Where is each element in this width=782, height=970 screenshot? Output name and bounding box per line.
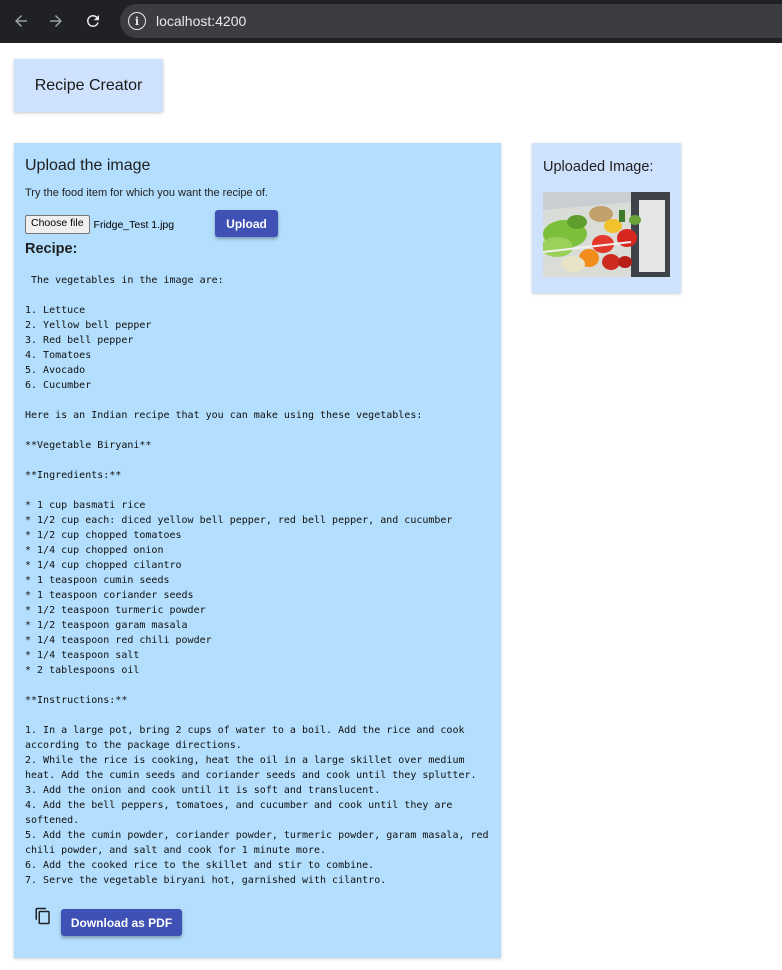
selected-file-name: Fridge_Test 1.jpg [93,218,175,231]
download-pdf-button[interactable]: Download as PDF [61,909,182,936]
upload-heading: Upload the image [25,157,151,174]
app-title-card: Recipe Creator [14,59,163,112]
recipe-card: Upload the image Try the food item for w… [14,143,501,958]
address-bar[interactable]: i localhost:4200 [120,4,782,38]
recipe-text: The vegetables in the image are: 1. Lett… [25,275,489,886]
file-input[interactable]: Choose file Fridge_Test 1.jpg [25,215,174,234]
app-title: Recipe Creator [34,76,143,94]
forward-arrow-icon[interactable] [43,8,69,34]
copy-icon[interactable] [34,907,52,925]
uploaded-image-preview [543,192,670,277]
upload-hint: Try the food item for which you want the… [25,187,268,199]
browser-toolbar: i localhost:4200 [0,0,782,43]
choose-file-button[interactable]: Choose file [25,215,90,234]
uploaded-image-heading: Uploaded Image: [543,159,654,175]
info-icon[interactable]: i [128,12,146,30]
recipe-heading: Recipe: [25,241,78,257]
uploaded-image-card: Uploaded Image: [532,143,681,293]
reload-icon[interactable] [80,8,106,34]
back-arrow-icon[interactable] [8,8,34,34]
upload-button[interactable]: Upload [215,210,278,237]
url-text[interactable]: localhost:4200 [156,13,246,29]
